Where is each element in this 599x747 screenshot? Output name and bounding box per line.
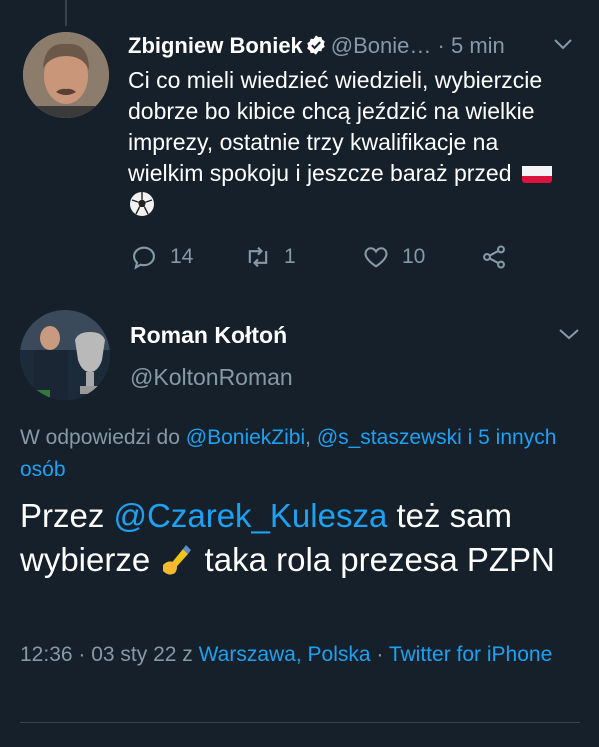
reply-separator: , bbox=[305, 426, 317, 449]
parent-tweet-header: Zbigniew Boniek @Bonie… · 5 min bbox=[128, 33, 505, 59]
reply-count: 14 bbox=[170, 245, 194, 268]
reply-mention-link[interactable]: @BoniekZibi bbox=[186, 426, 305, 449]
author-handle[interactable]: @Bonie… bbox=[331, 33, 432, 58]
mention-link[interactable]: @Czarek_Kulesza bbox=[114, 497, 388, 534]
soccer-ball-emoji bbox=[128, 190, 156, 218]
writing-hand-emoji bbox=[159, 541, 195, 577]
avatar[interactable] bbox=[20, 310, 110, 400]
tweet-time[interactable]: · 5 min bbox=[438, 33, 505, 58]
author-handle[interactable]: @KoltonRoman bbox=[130, 364, 293, 391]
reply-to-prefix: W odpowiedzi do bbox=[20, 426, 186, 449]
share-icon bbox=[483, 245, 505, 269]
avatar[interactable] bbox=[23, 32, 109, 118]
tweet-body: Ci co mieli wiedzieć wiedzieli, wybierzc… bbox=[128, 67, 543, 186]
author-name[interactable]: Zbigniew Boniek bbox=[128, 33, 303, 58]
like-action[interactable]: 10 bbox=[362, 243, 425, 271]
reply-icon bbox=[133, 246, 155, 270]
author-name[interactable]: Roman Kołtoń bbox=[130, 322, 287, 349]
poland-flag-emoji bbox=[521, 163, 552, 183]
tweet-text-part: Przez bbox=[20, 497, 114, 534]
verified-icon bbox=[305, 34, 327, 56]
location-link[interactable]: Warszawa, Polska bbox=[199, 643, 371, 666]
divider bbox=[20, 722, 580, 723]
parent-tweet-text: Ci co mieli wiedzieć wiedzieli, wybierzc… bbox=[128, 65, 576, 220]
chevron-down-icon[interactable] bbox=[557, 326, 581, 342]
tweet-text-part: taka rola prezesa PZPN bbox=[195, 541, 555, 578]
retweet-action[interactable]: 1 bbox=[244, 243, 296, 271]
source-link[interactable]: Twitter for iPhone bbox=[389, 643, 552, 666]
reply-to-line: W odpowiedzi do @BoniekZibi, @s_staszews… bbox=[20, 422, 580, 486]
meta-separator: · bbox=[370, 643, 389, 666]
main-tweet-text: Przez @Czarek_Kulesza też sam wybierze t… bbox=[20, 494, 580, 582]
tweet-datetime[interactable]: 12:36 · 03 sty 22 z bbox=[20, 643, 199, 666]
tweet-meta: 12:36 · 03 sty 22 z Warszawa, Polska · T… bbox=[20, 638, 580, 671]
chevron-down-icon[interactable] bbox=[552, 36, 574, 52]
share-action[interactable] bbox=[480, 243, 508, 271]
like-count: 10 bbox=[402, 245, 426, 268]
thread-line bbox=[65, 0, 67, 26]
retweet-icon bbox=[248, 246, 268, 268]
reply-action[interactable]: 14 bbox=[130, 243, 193, 271]
like-icon bbox=[364, 247, 388, 268]
retweet-count: 1 bbox=[284, 245, 296, 268]
